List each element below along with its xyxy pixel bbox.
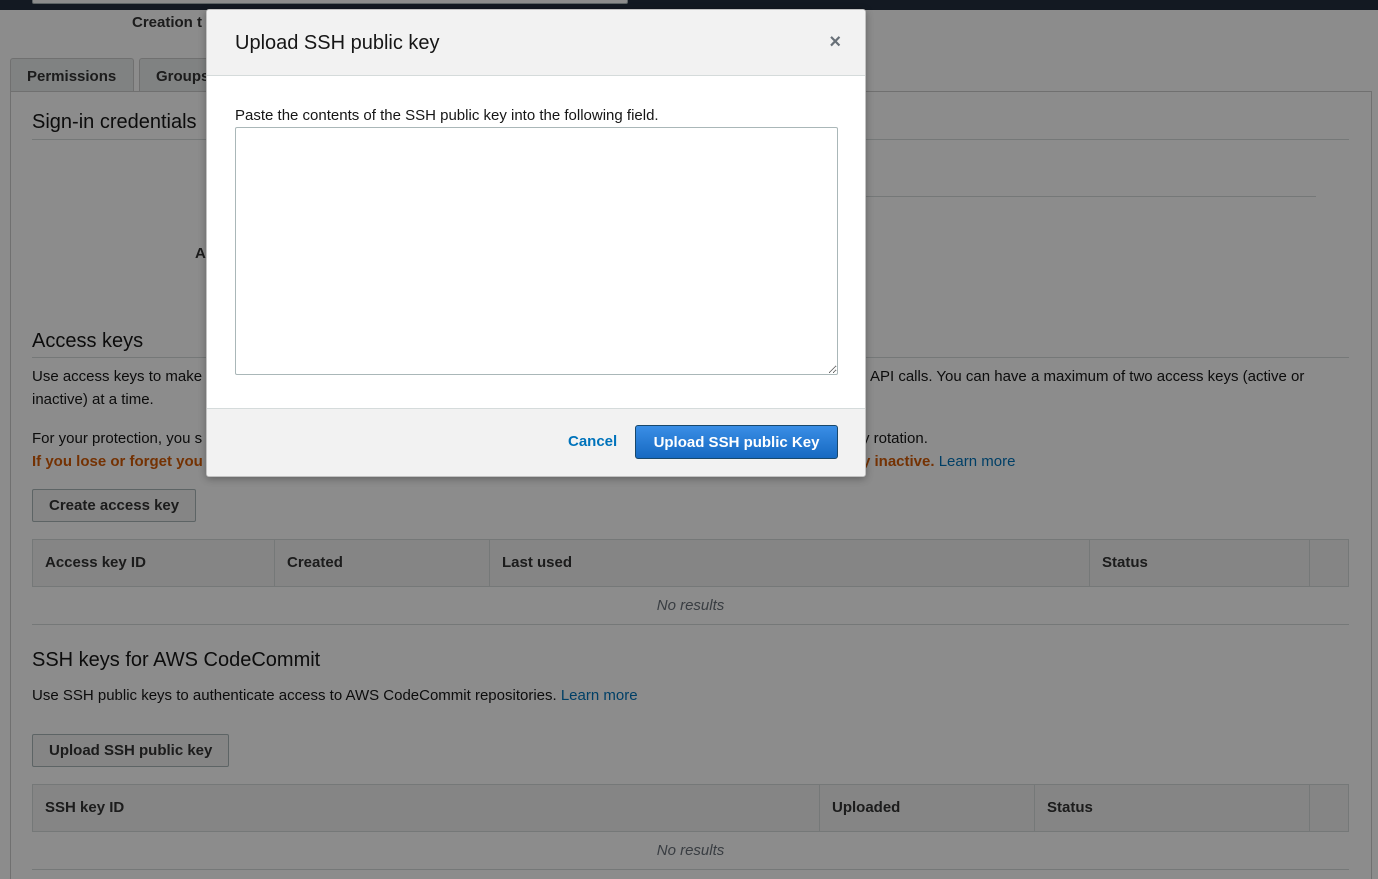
cancel-button[interactable]: Cancel xyxy=(568,433,617,450)
iam-user-page: Creation t Permissions Groups Sign-in cr… xyxy=(0,0,1378,879)
close-icon[interactable]: × xyxy=(829,32,841,52)
upload-ssh-key-modal: Upload SSH public key × Paste the conten… xyxy=(206,9,866,477)
modal-footer: Cancel Upload SSH public Key xyxy=(207,408,865,476)
ssh-key-instruction: Paste the contents of the SSH public key… xyxy=(235,107,659,124)
upload-ssh-key-submit-button[interactable]: Upload SSH public Key xyxy=(635,425,838,459)
modal-title: Upload SSH public key xyxy=(235,32,440,54)
ssh-public-key-textarea[interactable] xyxy=(235,127,838,375)
modal-header: Upload SSH public key × xyxy=(207,10,865,76)
